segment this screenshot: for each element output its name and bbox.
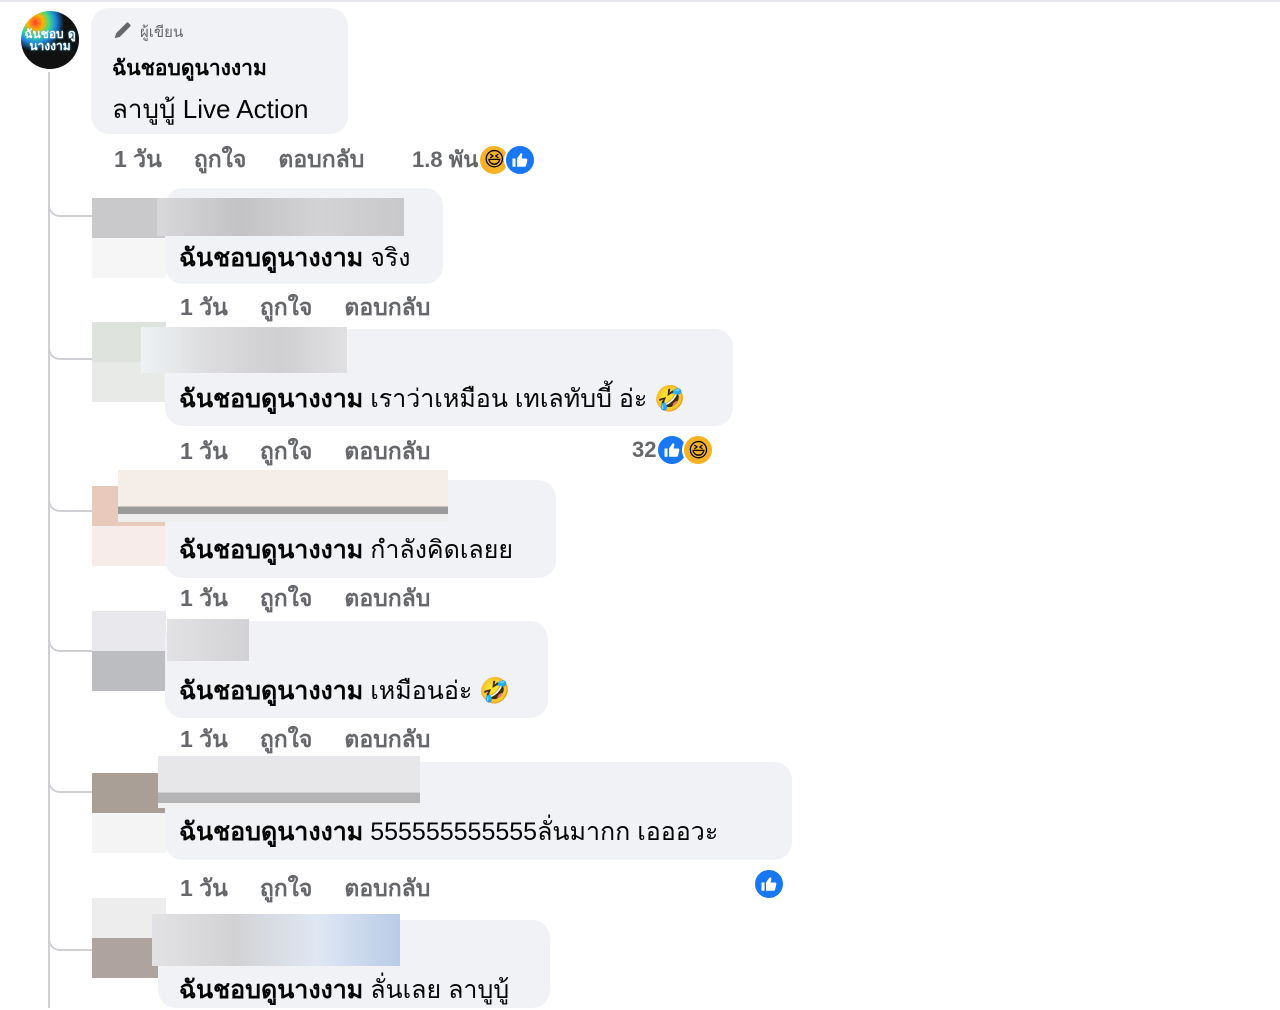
reply-actions: 1 วัน ถูกใจ ตอบกลับ [180,871,462,907]
author-badge: ผู้เขียน [112,20,327,44]
redacted-name [158,756,420,808]
reply-bubble: ฉันชอบดูนางงาม 555555555555ลั่นมากก เอออ… [158,756,792,860]
top-divider [0,0,1280,2]
like-button[interactable]: ถูกใจ [260,581,313,617]
reply-content: ฉันชอบดูนางงาม เหมือนอ่ะ 🤣 [179,671,510,711]
reply-content: ฉันชอบดูนางงาม 555555555555ลั่นมากก เอออ… [179,812,718,852]
main-reactions[interactable]: 1.8 พัน 😆 [412,142,537,177]
comment-text: ลาบูบู้ Live Action [112,94,309,124]
reply-button[interactable]: ตอบกลับ [344,434,430,470]
reply-time[interactable]: 1 วัน [180,290,228,326]
reply-actions: 1 วัน ถูกใจ ตอบกลับ [180,290,462,326]
author-badge-label: ผู้เขียน [140,24,184,41]
haha-reaction-icon: 😆 [682,434,715,466]
reply-author[interactable]: ฉันชอบดูนางงาม [179,818,363,846]
like-button[interactable]: ถูกใจ [194,142,247,178]
reply-author[interactable]: ฉันชอบดูนางงาม [179,976,363,1004]
reply-reactions[interactable] [753,868,785,900]
like-button[interactable]: ถูกใจ [260,290,313,326]
reaction-count: 1.8 พัน [412,147,479,172]
redacted-name [141,327,347,373]
reply-time[interactable]: 1 วัน [180,434,228,470]
avatar-logo-text: ฉันชอบ ดูนางงาม [24,27,76,53]
pencil-icon [112,19,134,45]
reply-text: เหมือนอ่ะ 🤣 [370,677,511,705]
reply-content: ฉันชอบดูนางงาม เราว่าเหมือน เทเลทับบี้ อ… [179,379,685,419]
redacted-name [157,198,404,236]
comment-time[interactable]: 1 วัน [114,142,162,178]
reply-text: ลั่นเลย ลาบูบู้ [370,976,510,1004]
reply-text: กำลังคิดเลยย [370,536,514,564]
reply-branch [48,344,94,360]
like-button[interactable]: ถูกใจ [260,434,313,470]
reply-branch [48,496,94,512]
reply-reactions[interactable]: 32 😆 [632,434,715,466]
reply-button[interactable]: ตอบกลับ [278,142,364,178]
reply-time[interactable]: 1 วัน [180,871,228,907]
reply-branch [48,777,94,793]
reaction-count: 32 [632,437,657,462]
redacted-name [152,914,400,966]
reply-text: จริง [370,244,411,272]
author-avatar[interactable]: ฉันชอบ ดูนางงาม [21,11,79,69]
reply-time[interactable]: 1 วัน [180,722,228,758]
redacted-name [118,470,448,522]
reply-button[interactable]: ตอบกลับ [344,722,430,758]
comment-author-name[interactable]: ฉันชอบดูนางงาม [112,52,327,85]
like-button[interactable]: ถูกใจ [260,722,313,758]
reply-bubble: ฉันชอบดูนางงาม เราว่าเหมือน เทเลทับบี้ อ… [141,327,733,426]
reply-author[interactable]: ฉันชอบดูนางงาม [179,677,363,705]
like-reaction-icon [504,143,537,176]
avatar[interactable] [92,611,166,691]
redacted-name [167,619,249,661]
reply-button[interactable]: ตอบกลับ [344,290,430,326]
reply-button[interactable]: ตอบกลับ [344,871,430,907]
reply-content: ฉันชอบดูนางงาม จริง [179,238,411,278]
reply-author[interactable]: ฉันชอบดูนางงาม [179,536,363,564]
reply-branch [48,636,94,652]
reply-branch [48,201,94,217]
reply-button[interactable]: ตอบกลับ [344,581,430,617]
reply-time[interactable]: 1 วัน [180,581,228,617]
reply-text: เราว่าเหมือน เทเลทับบี้ อ่ะ 🤣 [370,385,686,413]
avatar[interactable] [92,198,166,278]
reply-content: ฉันชอบดูนางงาม กำลังคิดเลยย [179,530,513,570]
like-reaction-icon [753,868,785,900]
reply-bubble: ฉันชอบดูนางงาม เหมือนอ่ะ 🤣 [165,619,548,718]
reply-bubble: ฉันชอบดูนางงาม กำลังคิดเลยย [118,470,556,578]
avatar[interactable] [92,773,166,853]
like-button[interactable]: ถูกใจ [260,871,313,907]
main-comment-bubble: ผู้เขียน ฉันชอบดูนางงาม ลาบูบู้ Live Act… [91,8,348,134]
reply-author[interactable]: ฉันชอบดูนางงาม [179,244,363,272]
reply-bubble: ฉันชอบดูนางงาม ลั่นเลย ลาบูบู้ [152,914,550,1010]
reply-actions: 1 วัน ถูกใจ ตอบกลับ [180,722,462,758]
reply-branch [48,935,94,951]
reply-bubble: ฉันชอบดูนางงาม จริง [157,188,443,284]
reply-actions: 1 วัน ถูกใจ ตอบกลับ [180,581,462,617]
main-comment-actions: 1 วัน ถูกใจ ตอบกลับ [114,142,396,178]
reply-content: ฉันชอบดูนางงาม ลั่นเลย ลาบูบู้ [179,970,509,1010]
reply-actions: 1 วัน ถูกใจ ตอบกลับ [180,434,462,470]
reply-text: 555555555555ลั่นมากก เอออวะ [370,818,719,846]
reply-author[interactable]: ฉันชอบดูนางงาม [179,385,363,413]
